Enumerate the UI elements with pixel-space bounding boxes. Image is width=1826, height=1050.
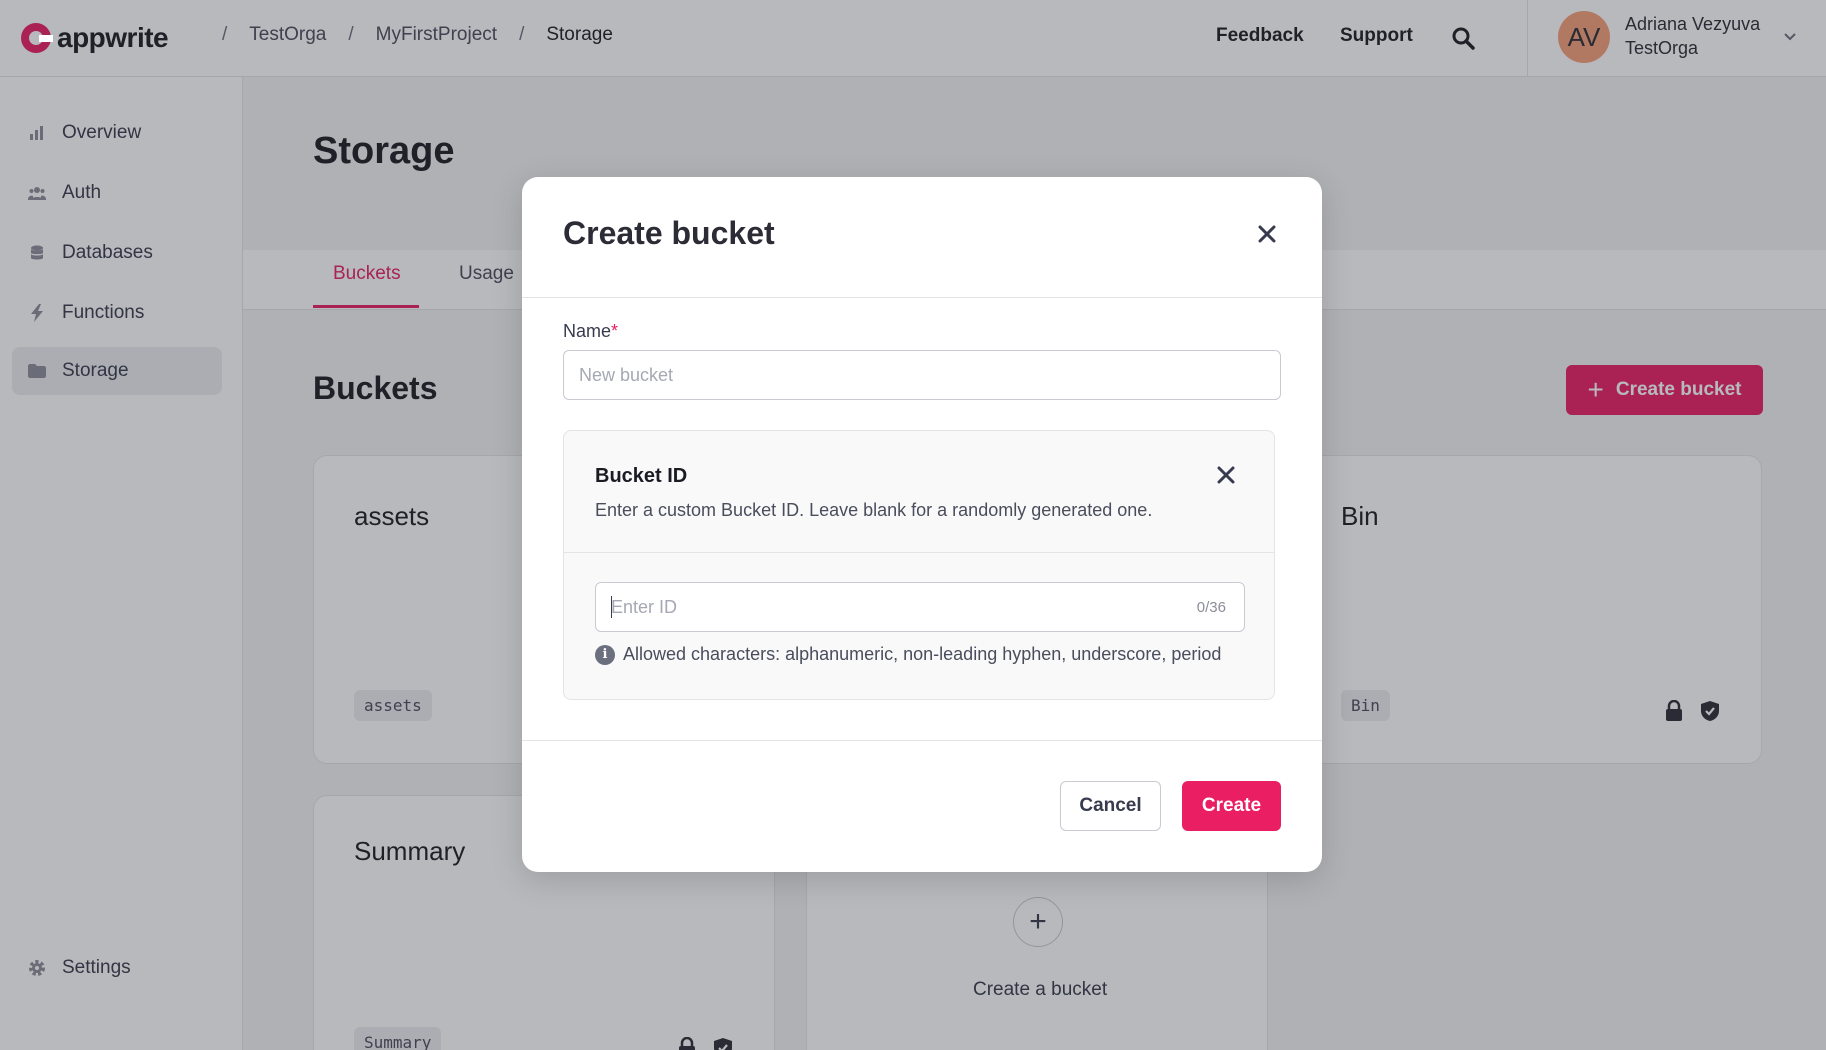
bucket-id-description: Enter a custom Bucket ID. Leave blank fo… [595, 500, 1153, 520]
close-icon[interactable] [1214, 463, 1238, 487]
bucket-id-divider [564, 552, 1274, 553]
create-button[interactable]: Create [1182, 781, 1281, 831]
modal-title: Create bucket [563, 215, 775, 251]
hint-text: Allowed characters: alphanumeric, non-le… [623, 644, 1222, 664]
bucket-id-field[interactable]: 0/36 [595, 582, 1245, 632]
name-label-text: Name [563, 321, 612, 341]
modal-divider [522, 297, 1322, 298]
modal-footer-divider [522, 740, 1322, 741]
bucket-id-title: Bucket ID [595, 465, 688, 487]
required-mark: * [611, 321, 619, 341]
text-caret [611, 596, 612, 618]
bucket-name-input[interactable] [563, 350, 1281, 400]
create-bucket-modal: Create bucket Name* Bucket ID Enter a cu… [522, 177, 1322, 872]
cancel-button[interactable]: Cancel [1060, 781, 1161, 831]
bucket-id-hint: i Allowed characters: alphanumeric, non-… [595, 644, 1221, 665]
bucket-id-panel: Bucket ID Enter a custom Bucket ID. Leav… [563, 430, 1275, 700]
info-icon: i [595, 644, 615, 665]
bucket-id-input[interactable] [596, 583, 1186, 631]
name-label: Name* [563, 321, 618, 342]
char-counter: 0/36 [1196, 599, 1226, 616]
close-icon[interactable] [1252, 219, 1282, 249]
